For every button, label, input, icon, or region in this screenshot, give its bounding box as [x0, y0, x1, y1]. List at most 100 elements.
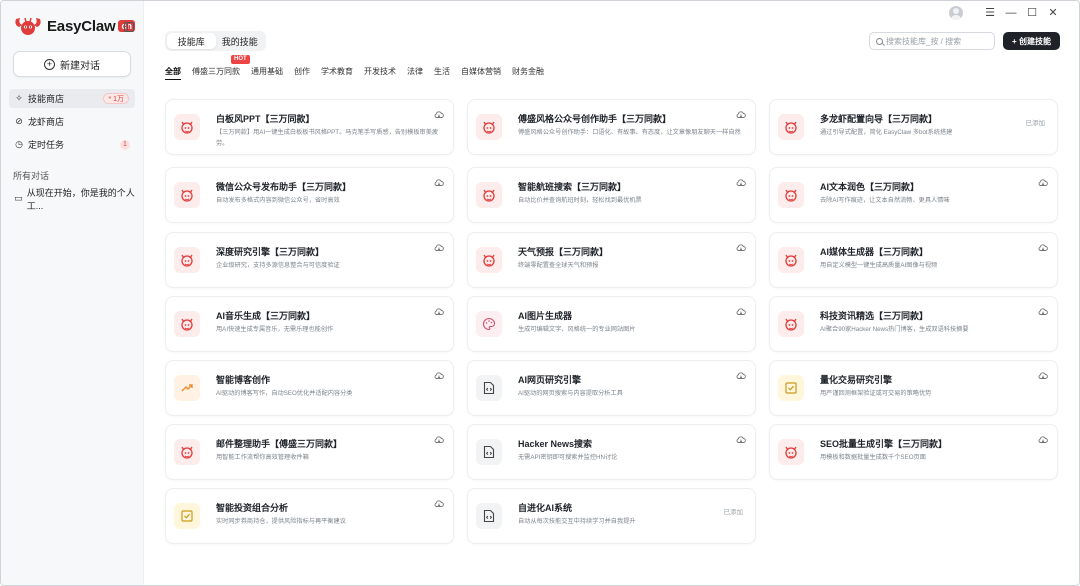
lobster-icon — [778, 114, 804, 140]
cloud-download-icon[interactable] — [1038, 308, 1048, 316]
skill-card[interactable]: 智能航班搜索【三万同款】 自动比价并查询航班时刻，轻松找到最优机票 — [467, 167, 756, 223]
cloud-download-icon[interactable] — [434, 308, 444, 316]
search-input[interactable] — [886, 36, 986, 46]
minimize-icon[interactable]: — — [1005, 7, 1017, 19]
skill-card[interactable]: AI音乐生成【三万同款】 用AI快速生成专属音乐，无需乐理也能创作 — [165, 296, 454, 352]
cloud-download-icon[interactable] — [736, 179, 746, 187]
skill-card[interactable]: SEO批量生成引擎【三万同款】 用模板和数据批量生成数千个SEO页面 — [769, 424, 1058, 480]
maximize-icon[interactable]: ☐ — [1026, 7, 1038, 19]
category-tab[interactable]: 全部 — [165, 66, 181, 80]
sidebar-item-lobster-store[interactable]: ⊘ 龙虾商店 — [9, 112, 135, 131]
conversation-label: 从现在开始，你是我的个人工... — [26, 187, 135, 211]
skill-card[interactable]: 天气预报【三万同款】 终端零配置查全球天气和预报 — [467, 232, 756, 288]
code-file-icon — [476, 375, 502, 401]
tab-skill-library[interactable]: 技能库 — [167, 33, 216, 49]
window-controls: ☰ — ☐ ✕ — [949, 6, 1059, 20]
category-tab[interactable]: 傅盛三万同款 — [192, 66, 240, 80]
new-chat-button[interactable]: + 新建对话 — [13, 51, 131, 77]
skill-title: 傅盛风格公众号创作助手【三万同款】 — [518, 114, 672, 124]
check-box-icon — [778, 375, 804, 401]
app-logo: EasyClaw cn — [13, 15, 135, 37]
cloud-download-icon[interactable] — [1038, 244, 1048, 252]
skill-description: 自动从每次技能交互中持续学习并自我提升 — [518, 518, 636, 525]
tab-my-skills[interactable]: 我的技能 — [216, 33, 265, 49]
skill-title: 微信公众号发布助手【三万同款】 — [216, 182, 352, 192]
cloud-download-icon[interactable] — [434, 244, 444, 252]
cloud-download-icon[interactable] — [736, 436, 746, 444]
category-tab[interactable]: 生活 — [434, 66, 450, 80]
skill-title: AI文本润色【三万同款】 — [820, 182, 920, 192]
category-tab[interactable]: 财务金融 — [512, 66, 544, 80]
sidebar-item-skill-store[interactable]: ✧ 技能商店 * 1万 — [9, 89, 135, 108]
cloud-download-icon[interactable] — [434, 179, 444, 187]
lobster-icon — [778, 182, 804, 208]
link-icon: ⊘ — [15, 116, 23, 126]
lobster-icon — [174, 439, 200, 465]
skill-card[interactable]: 科技资讯精选【三万同款】 AI聚合90家Hacker News热门博客，生成双语科… — [769, 296, 1058, 352]
lobster-icon — [778, 311, 804, 337]
skill-description: 用严谨回测框架验证或可交易的策略优势 — [820, 390, 932, 397]
category-tab[interactable]: 法律 — [407, 66, 423, 80]
cloud-download-icon[interactable] — [736, 372, 746, 380]
sidebar-item-label: 技能商店 — [28, 94, 65, 104]
skill-card[interactable]: 微信公众号发布助手【三万同款】 自动发布多格式内容到微信公众号，省时高效 — [165, 167, 454, 223]
sidebar-item-scheduled-tasks[interactable]: ◷ 定时任务 1 — [9, 135, 135, 154]
skill-card[interactable]: AI文本润色【三万同款】 去除AI写作痕迹，让文本自然流畅、更具人情味 — [769, 167, 1058, 223]
sidebar-toggle-icon[interactable] — [124, 22, 134, 32]
skill-card[interactable]: 深度研究引擎【三万同款】 企业级研究，支持多源信息整合与可信度验证 — [165, 232, 454, 288]
category-tab[interactable]: 通用基础 — [251, 66, 283, 80]
cloud-download-icon[interactable] — [736, 308, 746, 316]
category-tab[interactable]: 自媒体营销 — [461, 66, 501, 80]
lobster-icon — [174, 114, 200, 140]
skill-card[interactable]: AI媒体生成器【三万同款】 用自定义模型一键生成高质量AI图像与视频 — [769, 232, 1058, 288]
skill-card[interactable]: AI图片生成器 生成可编辑文字、风格统一的专业网站图片 — [467, 296, 756, 352]
close-icon[interactable]: ✕ — [1047, 7, 1059, 19]
skill-card[interactable]: AI网页研究引擎 AI驱动的网页搜索与内容提取分析工具 — [467, 360, 756, 416]
skill-description: AI驱动的博客写作，自动SEO优化并适配内容分类 — [216, 390, 353, 397]
skill-title: 邮件整理助手【傅盛三万同款】 — [216, 439, 343, 449]
create-skill-button[interactable]: + 创建技能 — [1003, 32, 1060, 50]
skill-card[interactable]: 智能投资组合分析 实时同步券商持仓，提供风险指标与再平衡建议 — [165, 488, 454, 544]
lobster-icon — [476, 114, 502, 140]
category-tab[interactable]: 开发技术 — [364, 66, 396, 80]
cloud-download-icon[interactable] — [434, 111, 444, 119]
skill-title: Hacker News搜索 — [518, 439, 593, 449]
skill-description: 傅盛风格公众号创作助手：口语化、有故事、有态度，让文章像朋友聊天一样自然 — [518, 129, 741, 136]
cloud-download-icon[interactable] — [434, 372, 444, 380]
skill-description: 实时同步券商持仓，提供风险指标与再平衡建议 — [216, 518, 346, 525]
trend-icon — [174, 375, 200, 401]
skill-title: 智能博客创作 — [216, 375, 271, 385]
skill-card[interactable]: 白板风PPT【三万同款】 【三万同款】用AI一键生成白板板书风格PPT。马克笔手写… — [165, 99, 454, 155]
cloud-download-icon[interactable] — [1038, 436, 1048, 444]
category-tab[interactable]: 创作 — [294, 66, 310, 80]
skill-card[interactable]: 智能博客创作 AI驱动的博客写作，自动SEO优化并适配内容分类 — [165, 360, 454, 416]
skill-card[interactable]: 傅盛风格公众号创作助手【三万同款】傅盛风格公众号创作助手：口语化、有故事、有态度… — [467, 99, 756, 155]
cloud-download-icon[interactable] — [736, 244, 746, 252]
cloud-download-icon[interactable] — [434, 500, 444, 508]
main-content: 技能库 我的技能 + 创建技能 全部 傅盛三万同款 通用基础 创作 学术教育 开… — [144, 1, 1079, 585]
skill-title: 科技资讯精选【三万同款】 — [820, 311, 929, 321]
cloud-download-icon[interactable] — [1038, 179, 1048, 187]
new-chat-label: 新建对话 — [60, 60, 100, 72]
skill-card[interactable]: 量化交易研究引擎 用严谨回测框架验证或可交易的策略优势 — [769, 360, 1058, 416]
skill-card[interactable]: 邮件整理助手【傅盛三万同款】 用智能工作流帮你高效管理收件箱 — [165, 424, 454, 480]
avatar[interactable] — [949, 6, 963, 20]
cloud-download-icon[interactable] — [736, 111, 746, 119]
skill-title: 自进化AI系统 — [518, 503, 573, 513]
skill-card[interactable]: 多龙虾配置向导【三万同款】 通过引导式配置，简化 EasyClaw 多bot系统搭… — [769, 99, 1058, 155]
palette-icon — [476, 311, 502, 337]
category-tab[interactable]: 学术教育 — [321, 66, 353, 80]
conversation-item[interactable]: ▭ 从现在开始，你是我的个人工... — [9, 188, 135, 211]
skill-search[interactable] — [869, 32, 995, 50]
menu-icon[interactable]: ☰ — [984, 7, 996, 19]
skill-title: AI图片生成器 — [518, 311, 573, 321]
skill-card[interactable]: Hacker News搜索无需API密钥即可搜索并监控HN讨论 — [467, 424, 756, 480]
lobster-icon — [174, 311, 200, 337]
cloud-download-icon[interactable] — [434, 436, 444, 444]
skill-title: 天气预报【三万同款】 — [518, 247, 609, 257]
lobster-icon — [476, 247, 502, 273]
cloud-download-icon[interactable] — [1038, 372, 1048, 380]
added-status-label: 已添加 — [1025, 120, 1046, 127]
skill-description: 无需API密钥即可搜索并监控HN讨论 — [518, 454, 618, 461]
skill-card[interactable]: 自进化AI系统 自动从每次技能交互中持续学习并自我提升 已添加 — [467, 488, 756, 544]
